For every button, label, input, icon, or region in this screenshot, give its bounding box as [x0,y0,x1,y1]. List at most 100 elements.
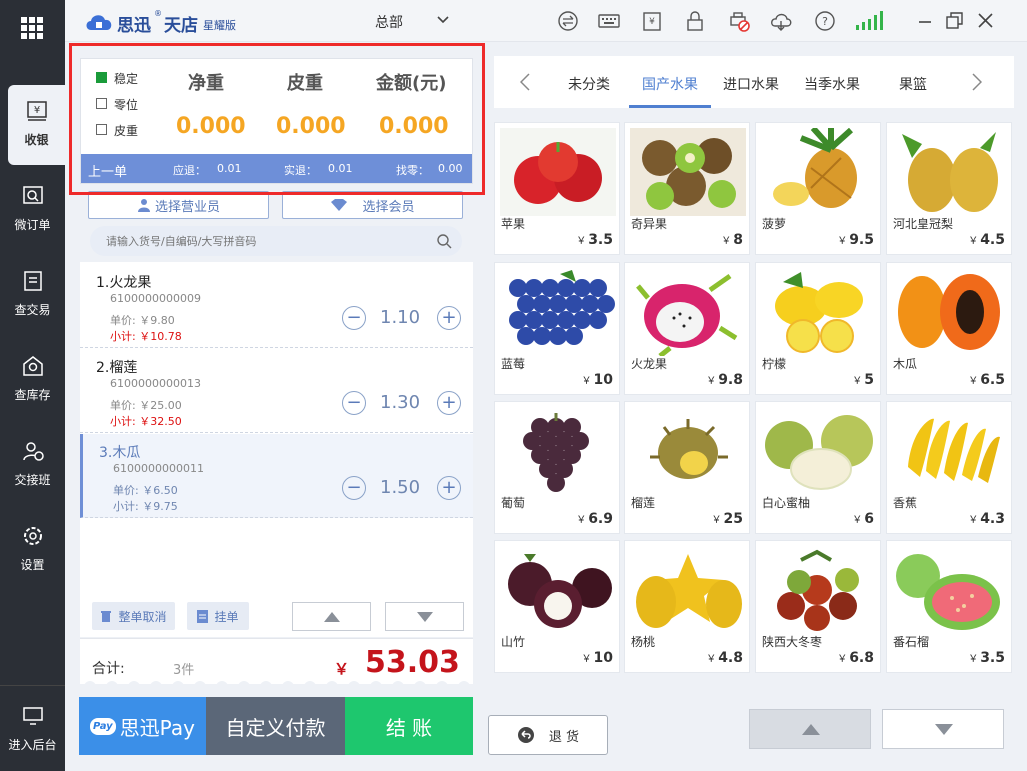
currency-symbol: ￥ [968,654,979,665]
keyboard-icon[interactable] [598,10,620,32]
cloud-sync-icon[interactable] [770,10,792,32]
cart-item-unit-price: 单价: ￥6.50 [113,484,178,497]
cart-item[interactable]: 2.榴莲 6100000000013 单价: ￥25.00 小计: ￥32.50… [80,349,473,433]
search-icon[interactable] [436,233,452,249]
product-card-banana[interactable]: 香蕉 ￥ 4.3 [886,401,1012,534]
cart-item-code: 6100000000009 [110,292,201,305]
cart-item-qty[interactable]: 1.30 [380,392,420,413]
zero-checkbox[interactable] [96,98,107,109]
tab-seasonal-fruit[interactable]: 当季水果 [804,74,860,94]
qty-plus-button[interactable]: + [437,306,461,330]
sidebar-item-micro-order[interactable]: 微订单 [0,170,65,250]
sidebar-item-inventory[interactable]: 查库存 [0,340,65,420]
help-icon[interactable]: ? [814,10,836,32]
tab-domestic-fruit[interactable]: 国产水果 [642,74,698,94]
product-price: ￥ 5 [852,372,874,388]
sixun-pay-button[interactable]: Pay 思迅Pay [79,697,206,755]
product-name: 蓝莓 [501,357,526,371]
checkout-button[interactable]: 结 账 [345,697,473,755]
cart-scroll-down-button[interactable] [385,602,464,631]
currency-symbol: ￥ [581,654,592,665]
product-card-pomelo[interactable]: 白心蜜柚 ￥ 6 [755,401,881,534]
products-page-up-button[interactable] [749,709,871,749]
qty-minus-button[interactable]: − [342,391,366,415]
product-image [892,268,1008,356]
product-card-kiwi[interactable]: 奇异果 ￥ 8 [624,122,750,255]
svg-text:?: ? [822,15,828,28]
qty-plus-button[interactable]: + [437,391,461,415]
chevron-right-icon[interactable] [972,73,982,91]
currency-symbol: ￥ [706,654,717,665]
cloud-logo-icon [86,15,112,30]
product-name: 奇异果 [631,217,668,231]
qty-minus-button[interactable]: − [342,476,366,500]
tab-imported-fruit[interactable]: 进口水果 [723,74,779,94]
currency-symbol: ￥ [968,376,979,387]
product-price: ￥ 3.5 [968,650,1005,666]
product-card-papaya[interactable]: 木瓜 ￥ 6.5 [886,262,1012,395]
cart-scroll-up-button[interactable] [292,602,371,631]
cancel-order-button[interactable]: 整单取消 [92,602,175,630]
product-card-starfruit[interactable]: 杨桃 ￥ 4.8 [624,540,750,673]
product-card-guava[interactable]: 番石榴 ￥ 3.5 [886,540,1012,673]
sidebar-item-settings[interactable]: 设置 [0,510,65,590]
app-logo-name: 思迅 [117,16,151,36]
chevron-left-icon[interactable] [520,73,530,91]
lock-icon[interactable] [684,10,706,32]
total-count: 3件 [173,663,195,678]
apps-grid-icon[interactable] [20,16,44,40]
sidebar-item-cashier[interactable]: ¥ 收银 [8,85,65,165]
product-card-lemon[interactable]: 柠檬 ￥ 5 [755,262,881,395]
product-card-pear[interactable]: 河北皇冠梨 ￥ 4.5 [886,122,1012,255]
currency-symbol: ￥ [576,236,587,247]
select-staff-button[interactable]: 选择营业员 [88,191,269,219]
cart-item-qty[interactable]: 1.10 [380,307,420,328]
select-member-button[interactable]: 选择会员 [282,191,463,219]
store-selector[interactable]: 总部 [375,12,403,32]
product-card-durian[interactable]: 榴莲 ￥ 25 [624,401,750,534]
select-staff-label: 选择营业员 [154,199,220,215]
close-icon[interactable] [975,10,997,32]
product-card-jujube[interactable]: 陕西大冬枣 ￥ 6.8 [755,540,881,673]
product-card-dragonfruit[interactable]: 火龙果 ￥ 9.8 [624,262,750,395]
search-box[interactable] [90,226,462,256]
product-card-grape[interactable]: 葡萄 ￥ 6.9 [494,401,620,534]
cart-item-name: 1.火龙果 [96,275,152,291]
refund-button[interactable]: 退 货 [488,715,608,755]
scale-display: 稳定 零位 皮重 净重 皮重 金额(元) 0.000 0.000 0.000 上… [80,58,473,184]
chevron-down-icon[interactable] [437,15,449,25]
product-price: ￥ 8 [721,232,743,248]
product-card-blueberry[interactable]: 蓝莓 ￥ 10 [494,262,620,395]
printer-off-icon[interactable] [728,10,750,32]
total-label: 合计: [92,661,125,677]
sidebar-item-label: 交接班 [14,473,51,487]
product-card-mangosteen[interactable]: 山竹 ￥ 10 [494,540,620,673]
cart-item-qty[interactable]: 1.50 [380,477,420,498]
sidebar-item-shift[interactable]: 交接班 [0,425,65,505]
product-card-pineapple[interactable]: 菠萝 ￥ 9.5 [755,122,881,255]
cart-item-selected[interactable]: 3.木瓜 6100000000011 单价: ￥6.50 小计: ￥9.75 −… [80,434,473,518]
product-image [761,268,877,356]
tab-fruit-basket[interactable]: 果篮 [899,74,927,94]
search-input[interactable] [106,231,426,251]
hold-order-button[interactable]: 挂单 [187,602,249,630]
cash-drawer-icon[interactable]: ¥ [641,10,663,32]
minimize-icon[interactable] [915,10,937,32]
product-name: 香蕉 [893,496,918,510]
cart-item[interactable]: 1.火龙果 6100000000009 单价: ￥9.80 小计: ￥10.78… [80,264,473,348]
tare-checkbox[interactable] [96,124,107,135]
product-card-apple[interactable]: 苹果 ￥ 3.5 [494,122,620,255]
qty-plus-button[interactable]: + [437,476,461,500]
cart-item-unit-price: 单价: ￥9.80 [110,314,175,327]
qty-minus-button[interactable]: − [342,306,366,330]
restore-icon[interactable] [944,10,966,32]
exchange-icon[interactable] [557,10,579,32]
product-price-value: 6 [864,511,874,527]
sidebar-item-transactions[interactable]: 查交易 [0,255,65,335]
products-page-down-button[interactable] [882,709,1004,749]
custom-pay-button[interactable]: 自定义付款 [206,697,345,755]
net-weight-header: 净重 [188,73,224,94]
tab-uncategorized[interactable]: 未分类 [568,74,610,94]
sidebar-item-backend[interactable]: 进入后台 [0,690,65,770]
product-image [630,128,746,216]
